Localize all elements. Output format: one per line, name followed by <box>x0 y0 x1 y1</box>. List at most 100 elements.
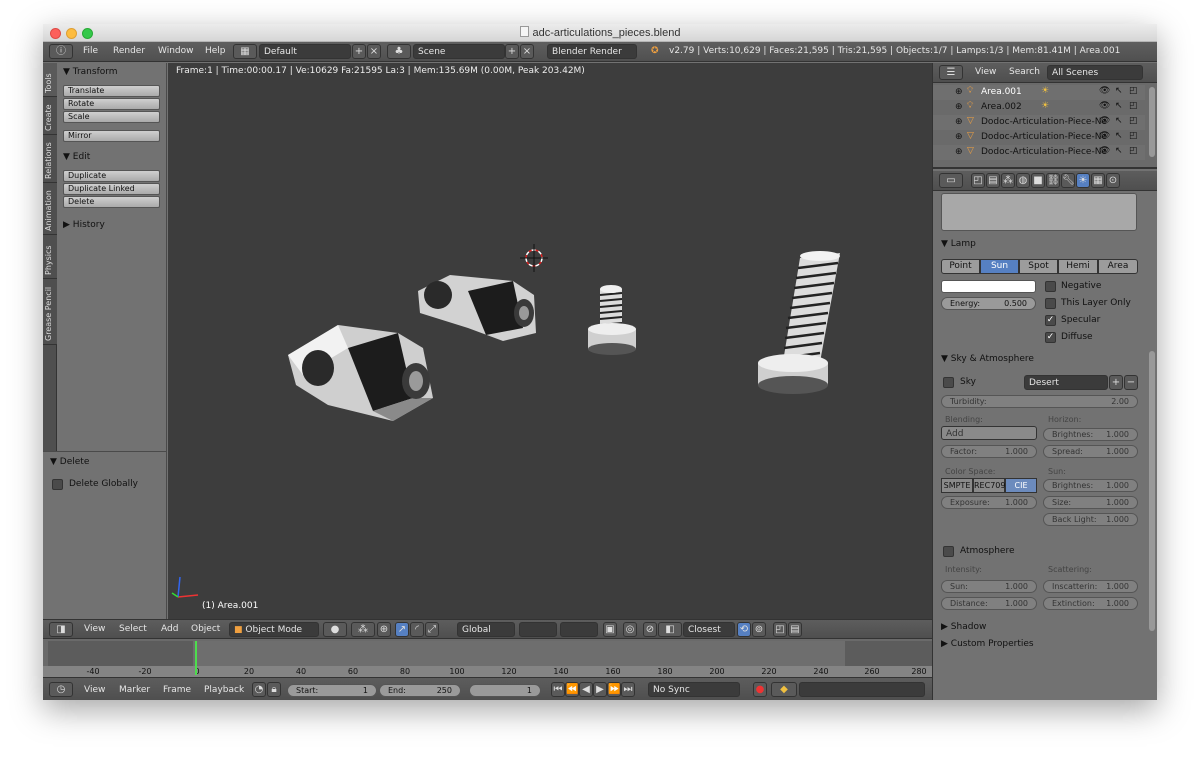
lock-range-icon[interactable]: 🔒︎ <box>267 682 281 697</box>
expand-icon[interactable]: ⊕ <box>955 87 963 97</box>
distance-field[interactable]: Distance: 1.000 <box>941 597 1037 610</box>
shadow-panel-header[interactable]: ▶ Shadow <box>941 622 986 632</box>
edit-panel-header[interactable]: ▼ Edit <box>63 152 90 162</box>
menu-render[interactable]: Render <box>113 46 145 56</box>
expand-icon[interactable]: ⊕ <box>955 147 963 157</box>
expand-icon[interactable]: ⊕ <box>955 132 963 142</box>
extinction-field[interactable]: Extinction: 1.000 <box>1043 597 1138 610</box>
manipulator-toggle-button[interactable]: ⊕ <box>377 622 391 637</box>
timeline-menu-marker[interactable]: Marker <box>119 685 150 695</box>
record-icon[interactable]: ● <box>753 682 767 697</box>
add-layout-button[interactable]: + <box>352 44 366 59</box>
layers-grid-1[interactable] <box>519 622 557 637</box>
keying-icon[interactable]: ◆ <box>771 682 797 697</box>
expand-icon[interactable]: ⊕ <box>955 102 963 112</box>
menu-file[interactable]: File <box>83 46 98 56</box>
timeline-menu-frame[interactable]: Frame <box>163 685 191 695</box>
snap-target-select[interactable]: Closest <box>683 622 735 637</box>
scene-icon[interactable]: ♣ <box>387 44 411 59</box>
orientation-select[interactable]: Global <box>457 622 515 637</box>
expand-icon[interactable]: ⊕ <box>955 117 963 127</box>
tab-tools[interactable]: Tools <box>43 63 57 97</box>
selectable-arrow-icon[interactable]: ↖ <box>1115 86 1123 96</box>
3d-viewport[interactable]: Frame:1 | Time:00:00.17 | Ve:10629 Fa:21… <box>168 63 932 619</box>
renderable-camera-icon[interactable]: ◰ <box>1129 116 1138 126</box>
lamp-data-tab-icon[interactable]: ☀ <box>1076 173 1090 188</box>
outliner-row[interactable]: ⊕ ▽ Dodoc-Articulation-Piece-Ne 👁︎ ↖ ◰ <box>933 130 1145 145</box>
sky-panel-header[interactable]: ▼ Sky & Atmosphere <box>941 354 1034 364</box>
spread-field[interactable]: Spread: 1.000 <box>1043 445 1138 458</box>
editor-type-3d-button[interactable]: ◨ <box>49 622 73 637</box>
properties-scrollbar[interactable] <box>1149 351 1155 631</box>
outliner-menu-search[interactable]: Search <box>1009 67 1040 77</box>
articulation-piece-small[interactable] <box>418 275 536 341</box>
timeline[interactable]: -40 -20 0 20 40 60 80 100 120 140 160 18… <box>43 639 932 677</box>
tab-grease-pencil[interactable]: Grease Pencil <box>43 279 57 345</box>
visibility-eye-icon[interactable]: 👁︎ <box>1099 131 1110 141</box>
lamp-type-point[interactable]: Point <box>941 259 980 274</box>
screw-small[interactable] <box>588 285 636 355</box>
editor-type-timeline-button[interactable]: ◷ <box>49 682 73 697</box>
pivot-point-button[interactable]: ⁂ <box>351 622 375 637</box>
render-image-icon[interactable]: ◰ <box>773 622 787 637</box>
delete-globally-checkbox[interactable] <box>52 479 63 490</box>
render-engine-select[interactable]: Blender Render <box>547 44 637 59</box>
lamp-type-hemi[interactable]: Hemi <box>1058 259 1098 274</box>
play-reverse-icon[interactable]: ◀ <box>579 682 593 697</box>
visibility-eye-icon[interactable]: 👁︎ <box>1099 116 1110 126</box>
end-frame-field[interactable]: End: 250 <box>379 684 461 697</box>
duplicate-button[interactable]: Duplicate <box>63 170 160 182</box>
outliner-row[interactable]: ⊕ ▽ Dodoc-Articulation-Piece-Ne 👁︎ ↖ ◰ <box>933 145 1145 160</box>
texture-tab-icon[interactable]: ▦ <box>1091 173 1105 188</box>
snap-toggle-icon[interactable]: ⊘ <box>643 622 657 637</box>
selectable-arrow-icon[interactable]: ↖ <box>1115 116 1123 126</box>
project-icon[interactable]: ⊚ <box>752 622 766 637</box>
inscattering-field[interactable]: Inscatterin: 1.000 <box>1043 580 1138 593</box>
preview-range-icon[interactable]: ◔ <box>252 682 266 697</box>
visibility-eye-icon[interactable]: 👁︎ <box>1099 101 1110 111</box>
this-layer-only-checkbox[interactable] <box>1045 298 1056 309</box>
menu-select[interactable]: Select <box>119 624 147 634</box>
world-tab-icon[interactable]: ◍ <box>1016 173 1030 188</box>
colorspace-rec709[interactable]: REC709 <box>973 478 1005 493</box>
renderable-camera-icon[interactable]: ◰ <box>1129 101 1138 111</box>
current-frame-cursor[interactable] <box>195 641 197 675</box>
start-frame-field[interactable]: Start: 1 <box>287 684 377 697</box>
sun-brightness-field[interactable]: Brightnes: 1.000 <box>1043 479 1138 492</box>
keying-set-field[interactable] <box>799 682 925 697</box>
add-scene-button[interactable]: + <box>505 44 519 59</box>
specular-checkbox[interactable]: ✓ <box>1045 315 1056 326</box>
negative-checkbox[interactable] <box>1045 281 1056 292</box>
outliner-row[interactable]: ⊕ 💡︎ Area.002 ☀ 👁︎ ↖ ◰ <box>933 100 1145 115</box>
align-rotation-icon[interactable]: ⟲ <box>737 622 751 637</box>
menu-help[interactable]: Help <box>205 46 226 56</box>
lamp-type-sun[interactable]: Sun <box>980 259 1019 274</box>
sky-preset-select[interactable]: Desert <box>1024 375 1108 390</box>
remove-scene-button[interactable]: × <box>520 44 534 59</box>
viewport-shading-button[interactable]: ● <box>323 622 347 637</box>
factor-field[interactable]: Factor: 1.000 <box>941 445 1037 458</box>
screw-large[interactable] <box>758 251 840 394</box>
custom-properties-panel-header[interactable]: ▶ Custom Properties <box>941 639 1034 649</box>
translate-manipulator-icon[interactable]: ↗ <box>395 622 409 637</box>
atmosphere-sun-field[interactable]: Sun: 1.000 <box>941 580 1037 593</box>
modifiers-tab-icon[interactable]: 🔧︎ <box>1061 173 1075 188</box>
editor-type-outliner-button[interactable]: ☰ <box>939 65 963 80</box>
operator-panel-header[interactable]: ▼ Delete <box>50 457 89 467</box>
tab-relations[interactable]: Relations <box>43 135 57 183</box>
scene-tab-icon[interactable]: ⁂ <box>1001 173 1015 188</box>
editor-type-properties-button[interactable]: ▭ <box>939 173 963 188</box>
lamp-color-swatch[interactable] <box>941 280 1036 293</box>
colorspace-cie[interactable]: CIE <box>1005 478 1037 493</box>
renderable-camera-icon[interactable]: ◰ <box>1129 86 1138 96</box>
outliner-row[interactable]: ⊕ 💡︎ Area.001 ☀ 👁︎ ↖ ◰ <box>933 85 1145 100</box>
render-region-icon[interactable]: ▣ <box>603 622 617 637</box>
proportional-edit-icon[interactable]: ◎ <box>623 622 637 637</box>
outliner-filter-select[interactable]: All Scenes <box>1047 65 1143 80</box>
sync-mode-select[interactable]: No Sync <box>648 682 740 697</box>
remove-layout-button[interactable]: × <box>367 44 381 59</box>
backlight-field[interactable]: Back Light: 1.000 <box>1043 513 1138 526</box>
history-panel-header[interactable]: ▶ History <box>63 220 105 230</box>
sky-checkbox[interactable] <box>943 377 954 388</box>
physics-tab-icon[interactable]: ⊙ <box>1106 173 1120 188</box>
